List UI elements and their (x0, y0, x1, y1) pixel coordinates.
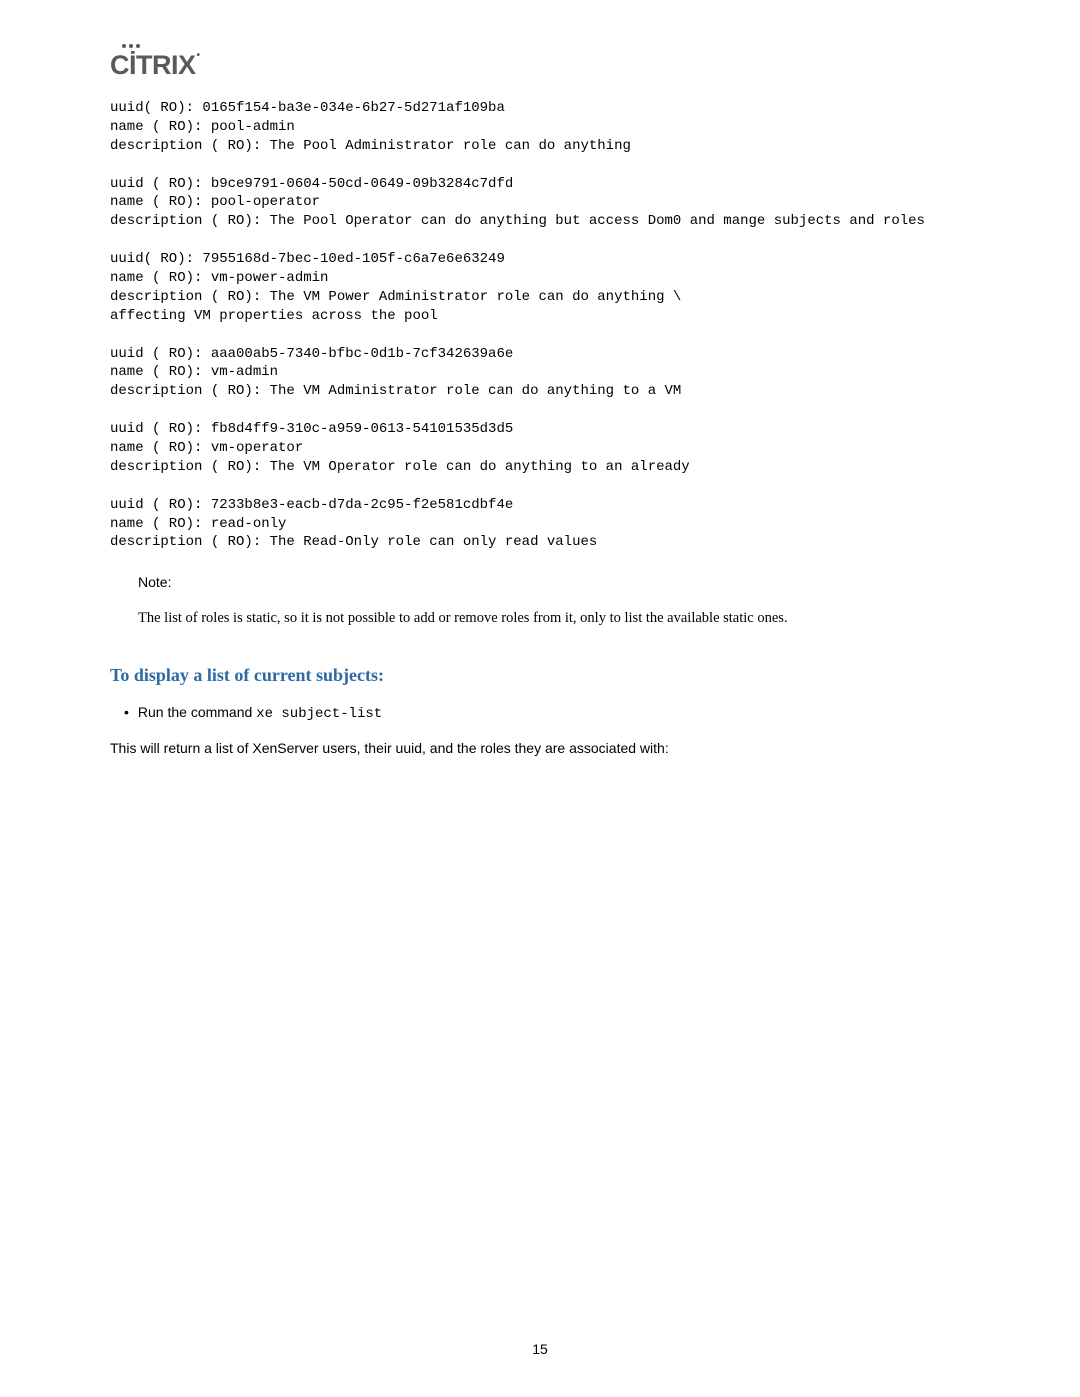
bullet-item: • Run the command xe subject-list (110, 704, 970, 722)
role-list-output: uuid( RO): 0165f154-ba3e-034e-6b27-5d271… (110, 99, 970, 552)
logo-dots-icon (122, 44, 140, 48)
citrix-logo: CİTRIX• (110, 50, 970, 81)
body-paragraph: This will return a list of XenServer use… (110, 740, 970, 756)
note-block: Note: The list of roles is static, so it… (138, 574, 970, 628)
section-title: To display a list of current subjects: (110, 665, 970, 686)
logo-word: CİTRIX (110, 50, 196, 80)
logo-text: CİTRIX• (110, 50, 200, 81)
bullet-icon: • (124, 704, 134, 720)
bullet-command: xe subject-list (256, 706, 382, 722)
note-label: Note: (138, 574, 970, 590)
bullet-lead-text: Run the command (138, 704, 256, 720)
note-text: The list of roles is static, so it is no… (138, 608, 970, 628)
logo-trademark-icon: • (197, 50, 200, 61)
page-number: 15 (0, 1341, 1080, 1357)
